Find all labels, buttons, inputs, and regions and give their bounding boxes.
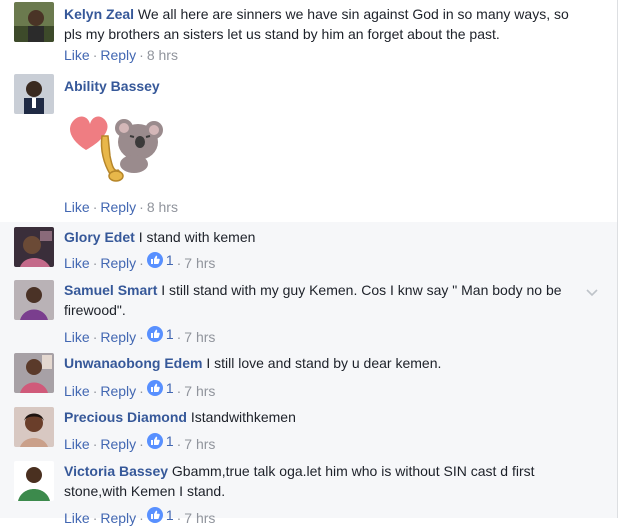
separator: ·	[139, 329, 144, 345]
like-count[interactable]: 1	[146, 251, 174, 269]
comment-timestamp[interactable]: 8 hrs	[147, 47, 178, 63]
separator: ·	[139, 255, 144, 271]
thumbs-up-icon	[146, 326, 163, 342]
comment-text: We all here are sinners we have sin agai…	[64, 6, 569, 42]
comment-author[interactable]: Kelyn Zeal	[64, 6, 134, 22]
comment-samuel-smart: Samuel Smart I still stand with my guy K…	[0, 274, 618, 348]
avatar[interactable]	[14, 461, 54, 501]
reply-button[interactable]: Reply	[100, 436, 136, 452]
comment-author[interactable]: Victoria Bassey	[64, 463, 168, 479]
like-button[interactable]: Like	[64, 255, 90, 271]
comment-timestamp[interactable]: 7 hrs	[184, 383, 215, 399]
reply-button[interactable]: Reply	[100, 255, 136, 271]
heart-koala-saxophone-sticker	[64, 106, 164, 188]
separator: ·	[176, 383, 182, 399]
comment-author[interactable]: Unwanaobong Edem	[64, 355, 202, 371]
avatar[interactable]	[14, 280, 54, 320]
thumbs-up-icon	[146, 380, 163, 396]
avatar[interactable]	[14, 2, 54, 42]
comment-kelyn-zeal: Kelyn Zeal We all here are sinners we ha…	[0, 0, 618, 70]
reply-button[interactable]: Reply	[100, 383, 136, 399]
like-count[interactable]: 1	[146, 432, 174, 450]
separator: ·	[139, 510, 144, 526]
like-count-value: 1	[165, 380, 174, 396]
like-button[interactable]: Like	[64, 47, 90, 63]
comment-author[interactable]: Ability Bassey	[64, 78, 160, 94]
avatar[interactable]	[14, 353, 54, 393]
separator: ·	[139, 47, 144, 63]
separator: ·	[139, 436, 144, 452]
like-button[interactable]: Like	[64, 329, 90, 345]
separator: ·	[92, 436, 98, 452]
separator: ·	[92, 329, 98, 345]
like-button[interactable]: Like	[64, 510, 90, 526]
like-button[interactable]: Like	[64, 436, 90, 452]
separator: ·	[92, 510, 98, 526]
separator: ·	[92, 199, 98, 215]
comment-author[interactable]: Samuel Smart	[64, 282, 157, 298]
avatar[interactable]	[14, 407, 54, 447]
comment-timestamp[interactable]: 7 hrs	[184, 510, 215, 526]
comment-precious-diamond: Precious Diamond Istandwithkemen Like · Re…	[0, 402, 618, 456]
avatar[interactable]	[14, 227, 54, 267]
separator: ·	[176, 255, 182, 271]
comment-victoria-bassey: Victoria Bassey Gbamm,true talk oga.let …	[0, 456, 618, 526]
thumbs-up-icon	[146, 252, 163, 268]
like-count[interactable]: 1	[146, 506, 174, 524]
reply-button[interactable]: Reply	[100, 47, 136, 63]
comment-text: Istandwithkemen	[190, 409, 296, 425]
comment-author[interactable]: Glory Edet	[64, 229, 135, 245]
like-count-value: 1	[165, 507, 174, 523]
reply-button[interactable]: Reply	[100, 199, 136, 215]
like-count-value: 1	[165, 433, 174, 449]
separator: ·	[139, 199, 144, 215]
thumbs-up-icon	[146, 433, 163, 449]
separator: ·	[139, 383, 144, 399]
like-button[interactable]: Like	[64, 383, 90, 399]
like-button[interactable]: Like	[64, 199, 90, 215]
comment-timestamp[interactable]: 8 hrs	[147, 199, 178, 215]
like-count[interactable]: 1	[146, 325, 174, 343]
comment-text: I stand with kemen	[138, 229, 256, 245]
chevron-down-icon[interactable]	[585, 285, 599, 299]
like-count-value: 1	[165, 252, 174, 268]
comment-timestamp[interactable]: 7 hrs	[184, 329, 215, 345]
separator: ·	[92, 383, 98, 399]
separator: ·	[176, 510, 182, 526]
reply-button[interactable]: Reply	[100, 510, 136, 526]
separator: ·	[92, 47, 98, 63]
separator: ·	[92, 255, 98, 271]
like-count[interactable]: 1	[146, 379, 174, 397]
comment-ability-bassey: Ability Bassey Like · Reply · 8 hrs	[0, 70, 618, 222]
like-count-value: 1	[165, 326, 174, 342]
thumbs-up-icon	[146, 507, 163, 523]
separator: ·	[176, 436, 182, 452]
avatar[interactable]	[14, 74, 54, 114]
separator: ·	[176, 329, 182, 345]
comment-timestamp[interactable]: 7 hrs	[184, 436, 215, 452]
reply-button[interactable]: Reply	[100, 329, 136, 345]
comment-glory-edet: Glory Edet I stand with kemen Like · Reply…	[0, 222, 618, 274]
comment-text: I still love and stand by u dear kemen.	[206, 355, 442, 371]
comment-timestamp[interactable]: 7 hrs	[184, 255, 215, 271]
comment-author[interactable]: Precious Diamond	[64, 409, 187, 425]
comment-unwanaobong-edem: Unwanaobong Edem I still love and stand …	[0, 348, 618, 402]
